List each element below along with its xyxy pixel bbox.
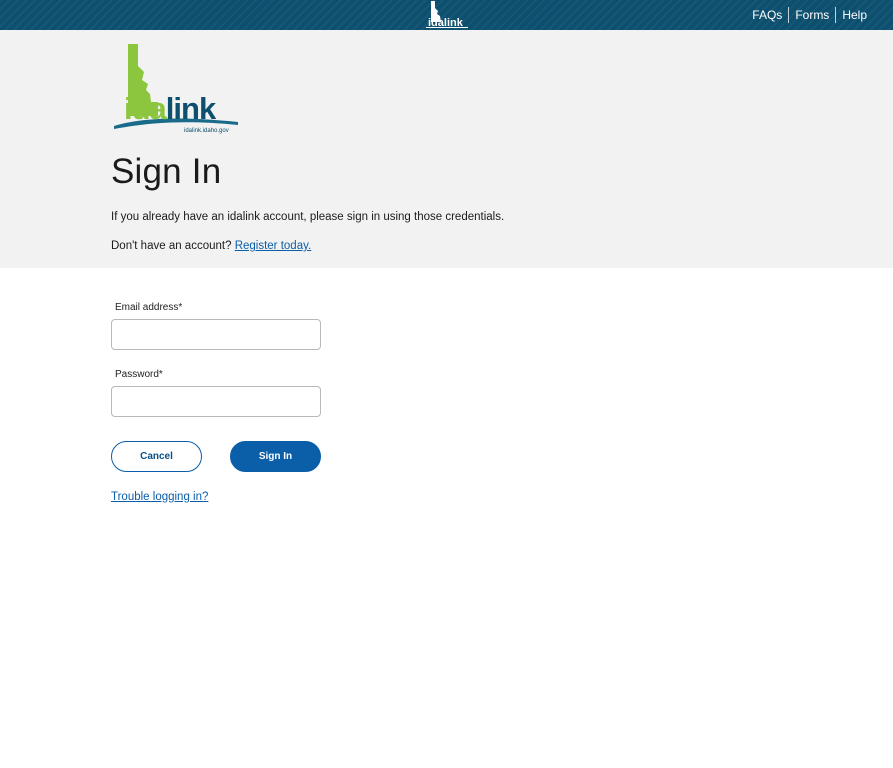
email-label: Email address* [115,302,183,313]
top-bar: idalink FAQs Forms Help [0,0,893,30]
top-nav: FAQs Forms Help [746,0,873,30]
no-account-text: Don't have an account? Register today. [111,240,311,252]
sign-in-button[interactable]: Sign In [230,441,321,472]
nav-forms-link[interactable]: Forms [788,7,835,23]
intro-text: If you already have an idalink account, … [111,211,505,223]
email-field[interactable] [111,319,321,350]
trouble-logging-in-link[interactable]: Trouble logging in? [111,491,208,503]
password-label: Password* [115,369,163,380]
page-title: Sign In [111,152,222,191]
no-account-label: Don't have an account? [111,240,232,252]
sign-in-hero: idalink idalink.idaho.gov Sign In If you… [0,30,893,268]
idalink-small-logo[interactable]: idalink [424,0,470,30]
register-link[interactable]: Register today. [235,240,312,252]
cancel-button[interactable]: Cancel [111,441,202,472]
logo-wordmark: idalink [124,91,217,126]
nav-help-link[interactable]: Help [835,7,873,23]
logo-url-text: idalink.idaho.gov [184,128,229,134]
idalink-logo: idalink idalink.idaho.gov [114,44,238,134]
password-field[interactable] [111,386,321,417]
nav-faqs-link[interactable]: FAQs [746,7,788,23]
